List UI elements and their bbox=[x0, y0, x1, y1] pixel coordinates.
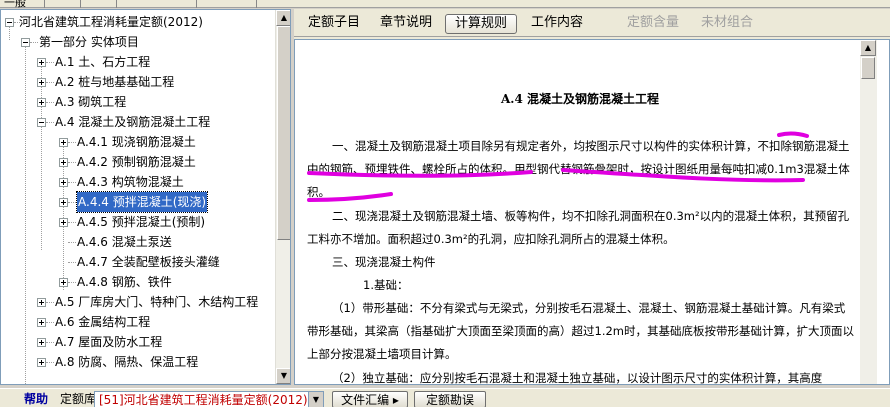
expand-icon[interactable] bbox=[59, 278, 68, 287]
tree-scrollbar[interactable]: ▲ ▼ bbox=[275, 10, 290, 384]
expand-icon[interactable] bbox=[59, 158, 68, 167]
paragraph-4: 1.基础： bbox=[363, 278, 409, 292]
tree-item-label: A.1 土、石方工程 bbox=[55, 55, 151, 69]
paragraph-2: 二、现浇混凝土及钢筋混凝土墙、板等构件，均不扣除孔洞面积在0.3m²以内的混凝土… bbox=[307, 209, 850, 246]
tree-item-label: A.4.3 构筑物混凝土 bbox=[77, 175, 184, 189]
tree-item[interactable]: A.5 厂库房大门、特种门、木结构工程 bbox=[1, 292, 273, 312]
top-toolbar-strip: 一般 bbox=[0, 0, 890, 9]
tree-item-label: A.7 屋面及防水工程 bbox=[55, 335, 163, 349]
expand-icon[interactable] bbox=[59, 198, 68, 207]
tab-calculation-rules[interactable]: 计算规则 bbox=[445, 14, 517, 34]
expand-icon[interactable] bbox=[37, 358, 46, 367]
document-scrollbar[interactable]: ▲ bbox=[860, 40, 877, 384]
tree-item-label: A.2 桩与地基基础工程 bbox=[55, 75, 175, 89]
quota-errata-button[interactable]: 定额勘误 bbox=[414, 391, 486, 407]
scroll-down-icon[interactable]: ▼ bbox=[276, 368, 290, 384]
expand-icon[interactable] bbox=[59, 218, 68, 227]
tree-item-label: A.4.2 预制钢筋混凝土 bbox=[77, 155, 196, 169]
tree-item-label: 河北省建筑工程消耗量定额(2012) bbox=[19, 15, 203, 29]
expand-icon[interactable] bbox=[37, 78, 46, 87]
status-bar: 帮助 定额库: [51]河北省建筑工程消耗量定额(2012) ▼ 文件汇编 ▸ … bbox=[0, 388, 890, 407]
paragraph-1: 一、混凝土及钢筋混凝土项目除另有规定者外，均按图示尺寸以构件的实体积计算，不扣除… bbox=[307, 139, 850, 199]
doc-scroll-up-icon[interactable]: ▲ bbox=[860, 40, 876, 56]
tab-quota-content[interactable]: 定额含量 bbox=[621, 14, 685, 34]
tree-item-label: A.4.8 钢筋、铁件 bbox=[77, 275, 172, 289]
file-compilation-button[interactable]: 文件汇编 ▸ bbox=[332, 391, 408, 407]
tree-item[interactable]: A.1 土、石方工程 bbox=[1, 52, 273, 72]
expand-icon[interactable] bbox=[59, 138, 68, 147]
tree-item[interactable]: A.6 金属结构工程 bbox=[1, 312, 273, 332]
tree-item-label: A.4 混凝土及钢筋混凝土工程 bbox=[55, 115, 211, 129]
tree-item[interactable]: A.4.6 混凝土泵送 bbox=[1, 232, 273, 252]
collapse-icon[interactable] bbox=[37, 118, 46, 127]
detail-panel: 定额子目 章节说明 计算规则 工作内容 定额含量 未材组合 A.4 混凝土及钢筋… bbox=[294, 9, 890, 385]
tree-item[interactable]: A.4 混凝土及钢筋混凝土工程 bbox=[1, 112, 273, 132]
detail-tab-bar: 定额子目 章节说明 计算规则 工作内容 定额含量 未材组合 bbox=[294, 9, 890, 37]
tree-item-label: A.4.4 预拌混凝土(现浇) bbox=[75, 191, 209, 213]
tree-item[interactable]: A.4.1 现浇钢筋混凝土 bbox=[1, 132, 273, 152]
collapse-icon[interactable] bbox=[5, 18, 14, 27]
quota-library-value: [51]河北省建筑工程消耗量定额(2012) bbox=[99, 393, 308, 407]
tree-item-label: A.8 防腐、隔热、保温工程 bbox=[55, 355, 199, 369]
expand-icon[interactable] bbox=[37, 58, 46, 67]
paragraph-5: （1）带形基础：不分有梁式与无梁式，分别按毛石混凝土、混凝土、钢筋混凝土基础计算… bbox=[307, 301, 854, 361]
expand-icon[interactable] bbox=[37, 318, 46, 327]
scroll-up-icon[interactable]: ▲ bbox=[276, 10, 290, 26]
tree-item-label: 第一部分 实体项目 bbox=[39, 35, 139, 49]
tree-item-label: A.6 金属结构工程 bbox=[55, 315, 151, 329]
tree-item-label: A.4.6 混凝土泵送 bbox=[77, 235, 172, 249]
tree-item[interactable]: A.3 砌筑工程 bbox=[1, 92, 273, 112]
document-title: A.4 混凝土及钢筋混凝土工程 bbox=[500, 92, 660, 106]
tree-item-label: A.5 厂库房大门、特种门、木结构工程 bbox=[55, 295, 259, 309]
tab-chapter-notes[interactable]: 章节说明 bbox=[374, 14, 438, 34]
tree-item[interactable]: A.7 屋面及防水工程 bbox=[1, 332, 273, 352]
chevron-down-icon[interactable]: ▼ bbox=[308, 392, 323, 407]
tree-item-label: A.4.1 现浇钢筋混凝土 bbox=[77, 135, 196, 149]
rules-document: A.4 混凝土及钢筋混凝土工程 一、混凝土及钢筋混凝土项目除另有规定者外，均按图… bbox=[294, 39, 890, 385]
tree-item-label: A.3 砌筑工程 bbox=[55, 95, 127, 109]
tree-item[interactable]: A.2 桩与地基基础工程 bbox=[1, 72, 273, 92]
paragraph-3: 三、现浇混凝土构件 bbox=[332, 255, 436, 269]
quota-tree-panel: 河北省建筑工程消耗量定额(2012) 第一部分 实体项目 A.1 土、石方工程 A.2… bbox=[0, 9, 291, 385]
tab-quota-items[interactable]: 定额子目 bbox=[302, 14, 366, 34]
quota-library-select[interactable]: [51]河北省建筑工程消耗量定额(2012) ▼ bbox=[94, 391, 324, 407]
tree-item-label: A.4.5 预拌混凝土(预制) bbox=[77, 215, 206, 229]
tree-item[interactable]: A.4.7 全装配壁板接头灌缝 bbox=[1, 252, 273, 272]
tree-scroll-thumb[interactable] bbox=[277, 26, 290, 240]
tab-work-content[interactable]: 工作内容 bbox=[525, 14, 589, 34]
tree-item[interactable]: 河北省建筑工程消耗量定额(2012) bbox=[1, 12, 273, 32]
tree-item[interactable]: A.4.4 预拌混凝土(现浇) bbox=[1, 191, 273, 213]
tab-material-combo[interactable]: 未材组合 bbox=[695, 14, 759, 34]
help-label[interactable]: 帮助 bbox=[24, 391, 48, 407]
tree-item[interactable]: A.4.2 预制钢筋混凝土 bbox=[1, 152, 273, 172]
tree-item[interactable]: A.4.8 钢筋、铁件 bbox=[1, 272, 273, 292]
expand-icon[interactable] bbox=[37, 338, 46, 347]
tree-item[interactable]: A.8 防腐、隔热、保温工程 bbox=[1, 352, 273, 372]
tree-item[interactable]: A.4.3 构筑物混凝土 bbox=[1, 172, 273, 192]
doc-scroll-thumb[interactable] bbox=[861, 57, 875, 79]
tree-item[interactable]: 第一部分 实体项目 bbox=[1, 32, 273, 52]
expand-icon[interactable] bbox=[59, 178, 68, 187]
collapse-icon[interactable] bbox=[21, 38, 30, 47]
expand-icon[interactable] bbox=[37, 98, 46, 107]
paragraph-6: （2）独立基础：应分别按毛石混凝土和混凝土独立基础，以设计图示尺寸的实体积计算，… bbox=[332, 371, 823, 385]
tree-item-label: A.4.7 全装配壁板接头灌缝 bbox=[77, 255, 220, 269]
expand-icon[interactable] bbox=[37, 298, 46, 307]
tree-item[interactable]: A.4.5 预拌混凝土(预制) bbox=[1, 212, 273, 232]
